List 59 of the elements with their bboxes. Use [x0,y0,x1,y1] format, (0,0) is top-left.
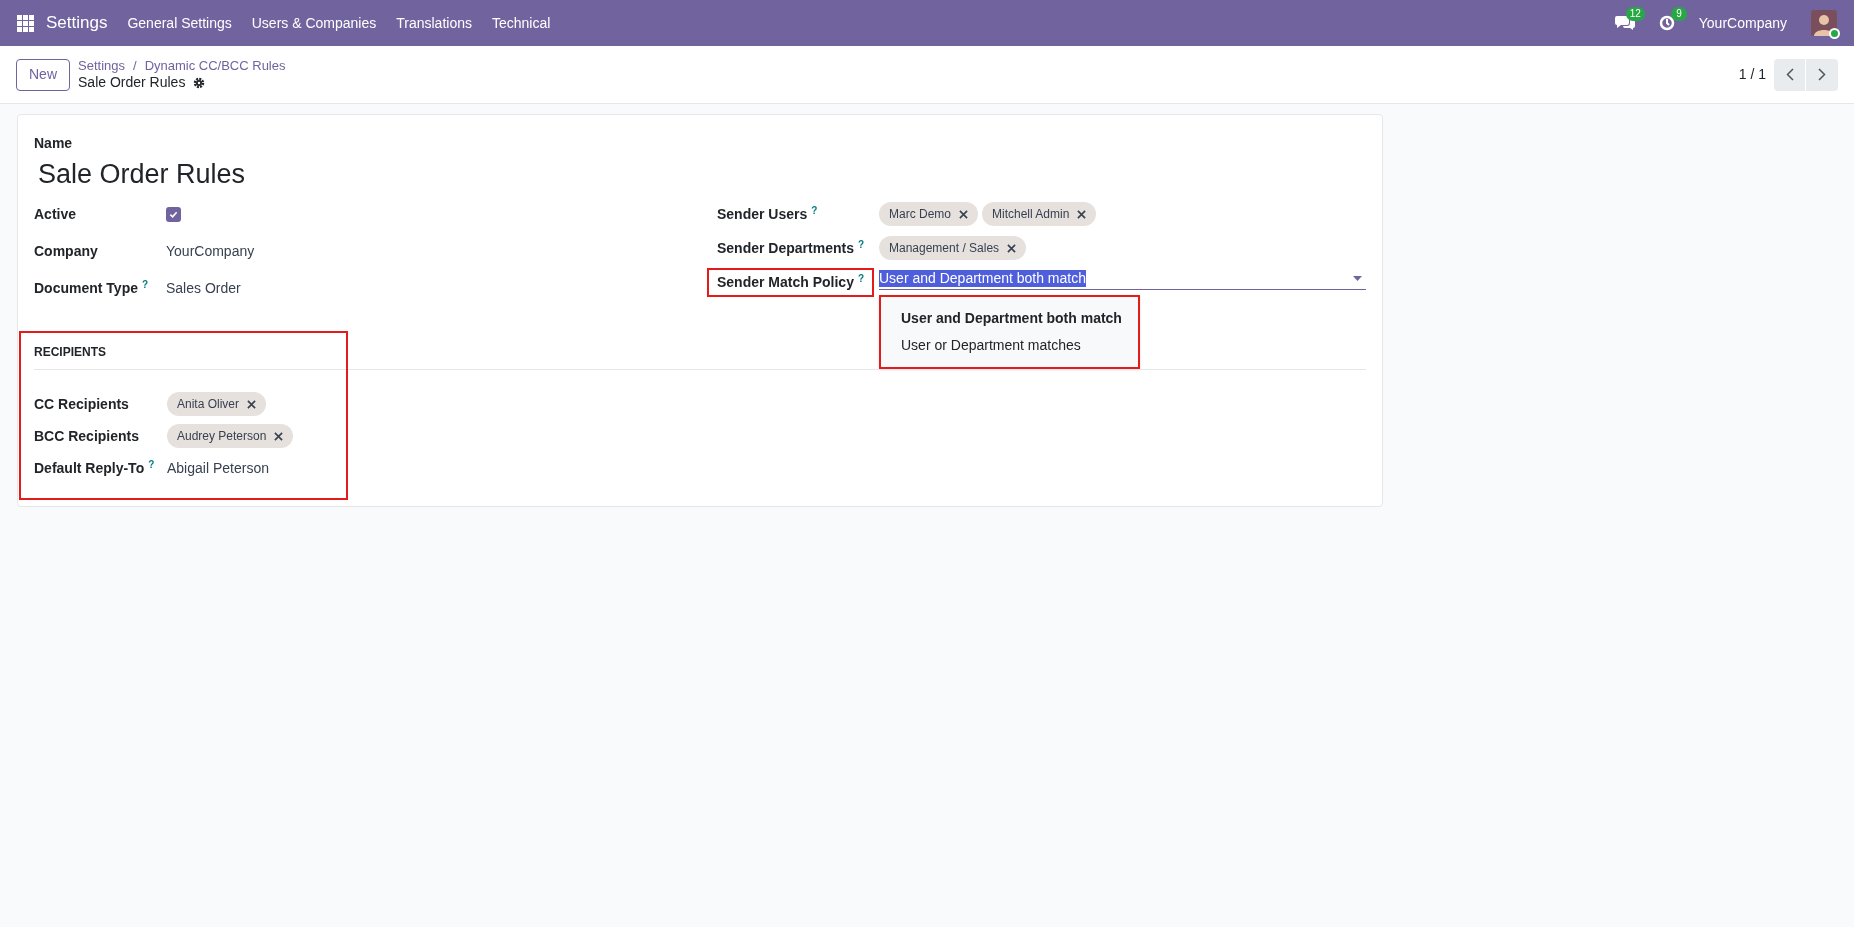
previous-button[interactable] [1774,58,1806,91]
help-tooltip-mark[interactable]: ? [142,279,149,290]
field-label: Company [34,242,98,261]
record-name: Sale Order Rules [38,158,247,191]
select-field[interactable]: User and Department both match [879,270,1366,290]
field-label: Name [34,134,74,153]
apps-menu-icon[interactable] [17,14,34,32]
menu-item[interactable]: Translations [396,12,472,34]
next-button[interactable] [1806,58,1838,91]
tag-chip: Mitchell Admin [982,202,1097,226]
field-value: YourCompany [166,243,255,259]
help-tooltip-mark[interactable]: ? [148,459,155,470]
field-label: CC Recipients [34,395,129,414]
field-value: Sales Order [166,280,241,296]
chevron-right-icon [1818,68,1826,81]
check-icon [169,210,178,219]
tag-chip: Management / Sales [879,236,1027,260]
dropdown-option[interactable]: User and Department both match [881,305,1138,332]
count-badge: 9 [1671,7,1687,21]
chat-icon[interactable] [1614,15,1635,31]
field-value: Abigail Peterson [167,460,269,476]
breadcrumb-separator: / [133,57,137,74]
field-label: Sender Departments $^{?}$ [717,238,865,258]
remove-icon[interactable] [1007,243,1017,253]
field-label: Active [34,205,77,224]
remove-icon[interactable] [1077,209,1087,219]
new-button[interactable]: New [16,58,70,91]
section-heading: RECIPIENTS [34,344,106,361]
clock-icon[interactable] [1658,15,1675,31]
user-avatar[interactable] [1811,10,1837,36]
caret-icon [1353,276,1362,281]
field-label: Document Type $^{?}$ [34,278,149,298]
menu-item[interactable]: Users & Companies [251,12,377,34]
tag-chip: Marc Demo [879,202,978,226]
remove-icon[interactable] [247,399,257,409]
menu-item[interactable]: Technical [492,12,551,34]
field-label: Sender Users $^{?}$ [717,204,818,224]
gear-icon[interactable] [193,76,206,89]
breadcrumb-link[interactable]: Dynamic CC/BCC Rules [144,57,286,74]
active-checkbox[interactable] [166,207,181,222]
count-badge: 12 [1625,7,1645,21]
tag-chip: Audrey Peterson [167,424,294,448]
field-label: BCC Recipients [34,427,140,446]
remove-icon[interactable] [959,209,968,219]
remove-icon[interactable] [274,431,284,441]
chevron-left-icon [1785,68,1794,81]
help-tooltip-mark[interactable]: ? [857,273,865,284]
menu-item[interactable]: General Settings [127,12,232,34]
field-label: Sender Match Policy $^{?}$ [707,268,875,297]
pager-value: 1 / 1 [1738,65,1766,84]
app-title[interactable]: Settings [46,10,108,36]
record-title: Sale Order Rules [78,73,186,92]
breadcrumb-link[interactable]: Settings [78,57,125,74]
field-label: Default Reply-To $^{?}$ [34,458,155,478]
help-tooltip-mark[interactable]: ? [811,205,818,216]
dropdown-option[interactable]: User or Department matches [881,332,1138,359]
help-tooltip-mark[interactable]: ? [857,239,865,250]
tag-chip: Anita Oliver [167,392,267,416]
company-switcher[interactable]: YourCompany [1698,12,1787,34]
